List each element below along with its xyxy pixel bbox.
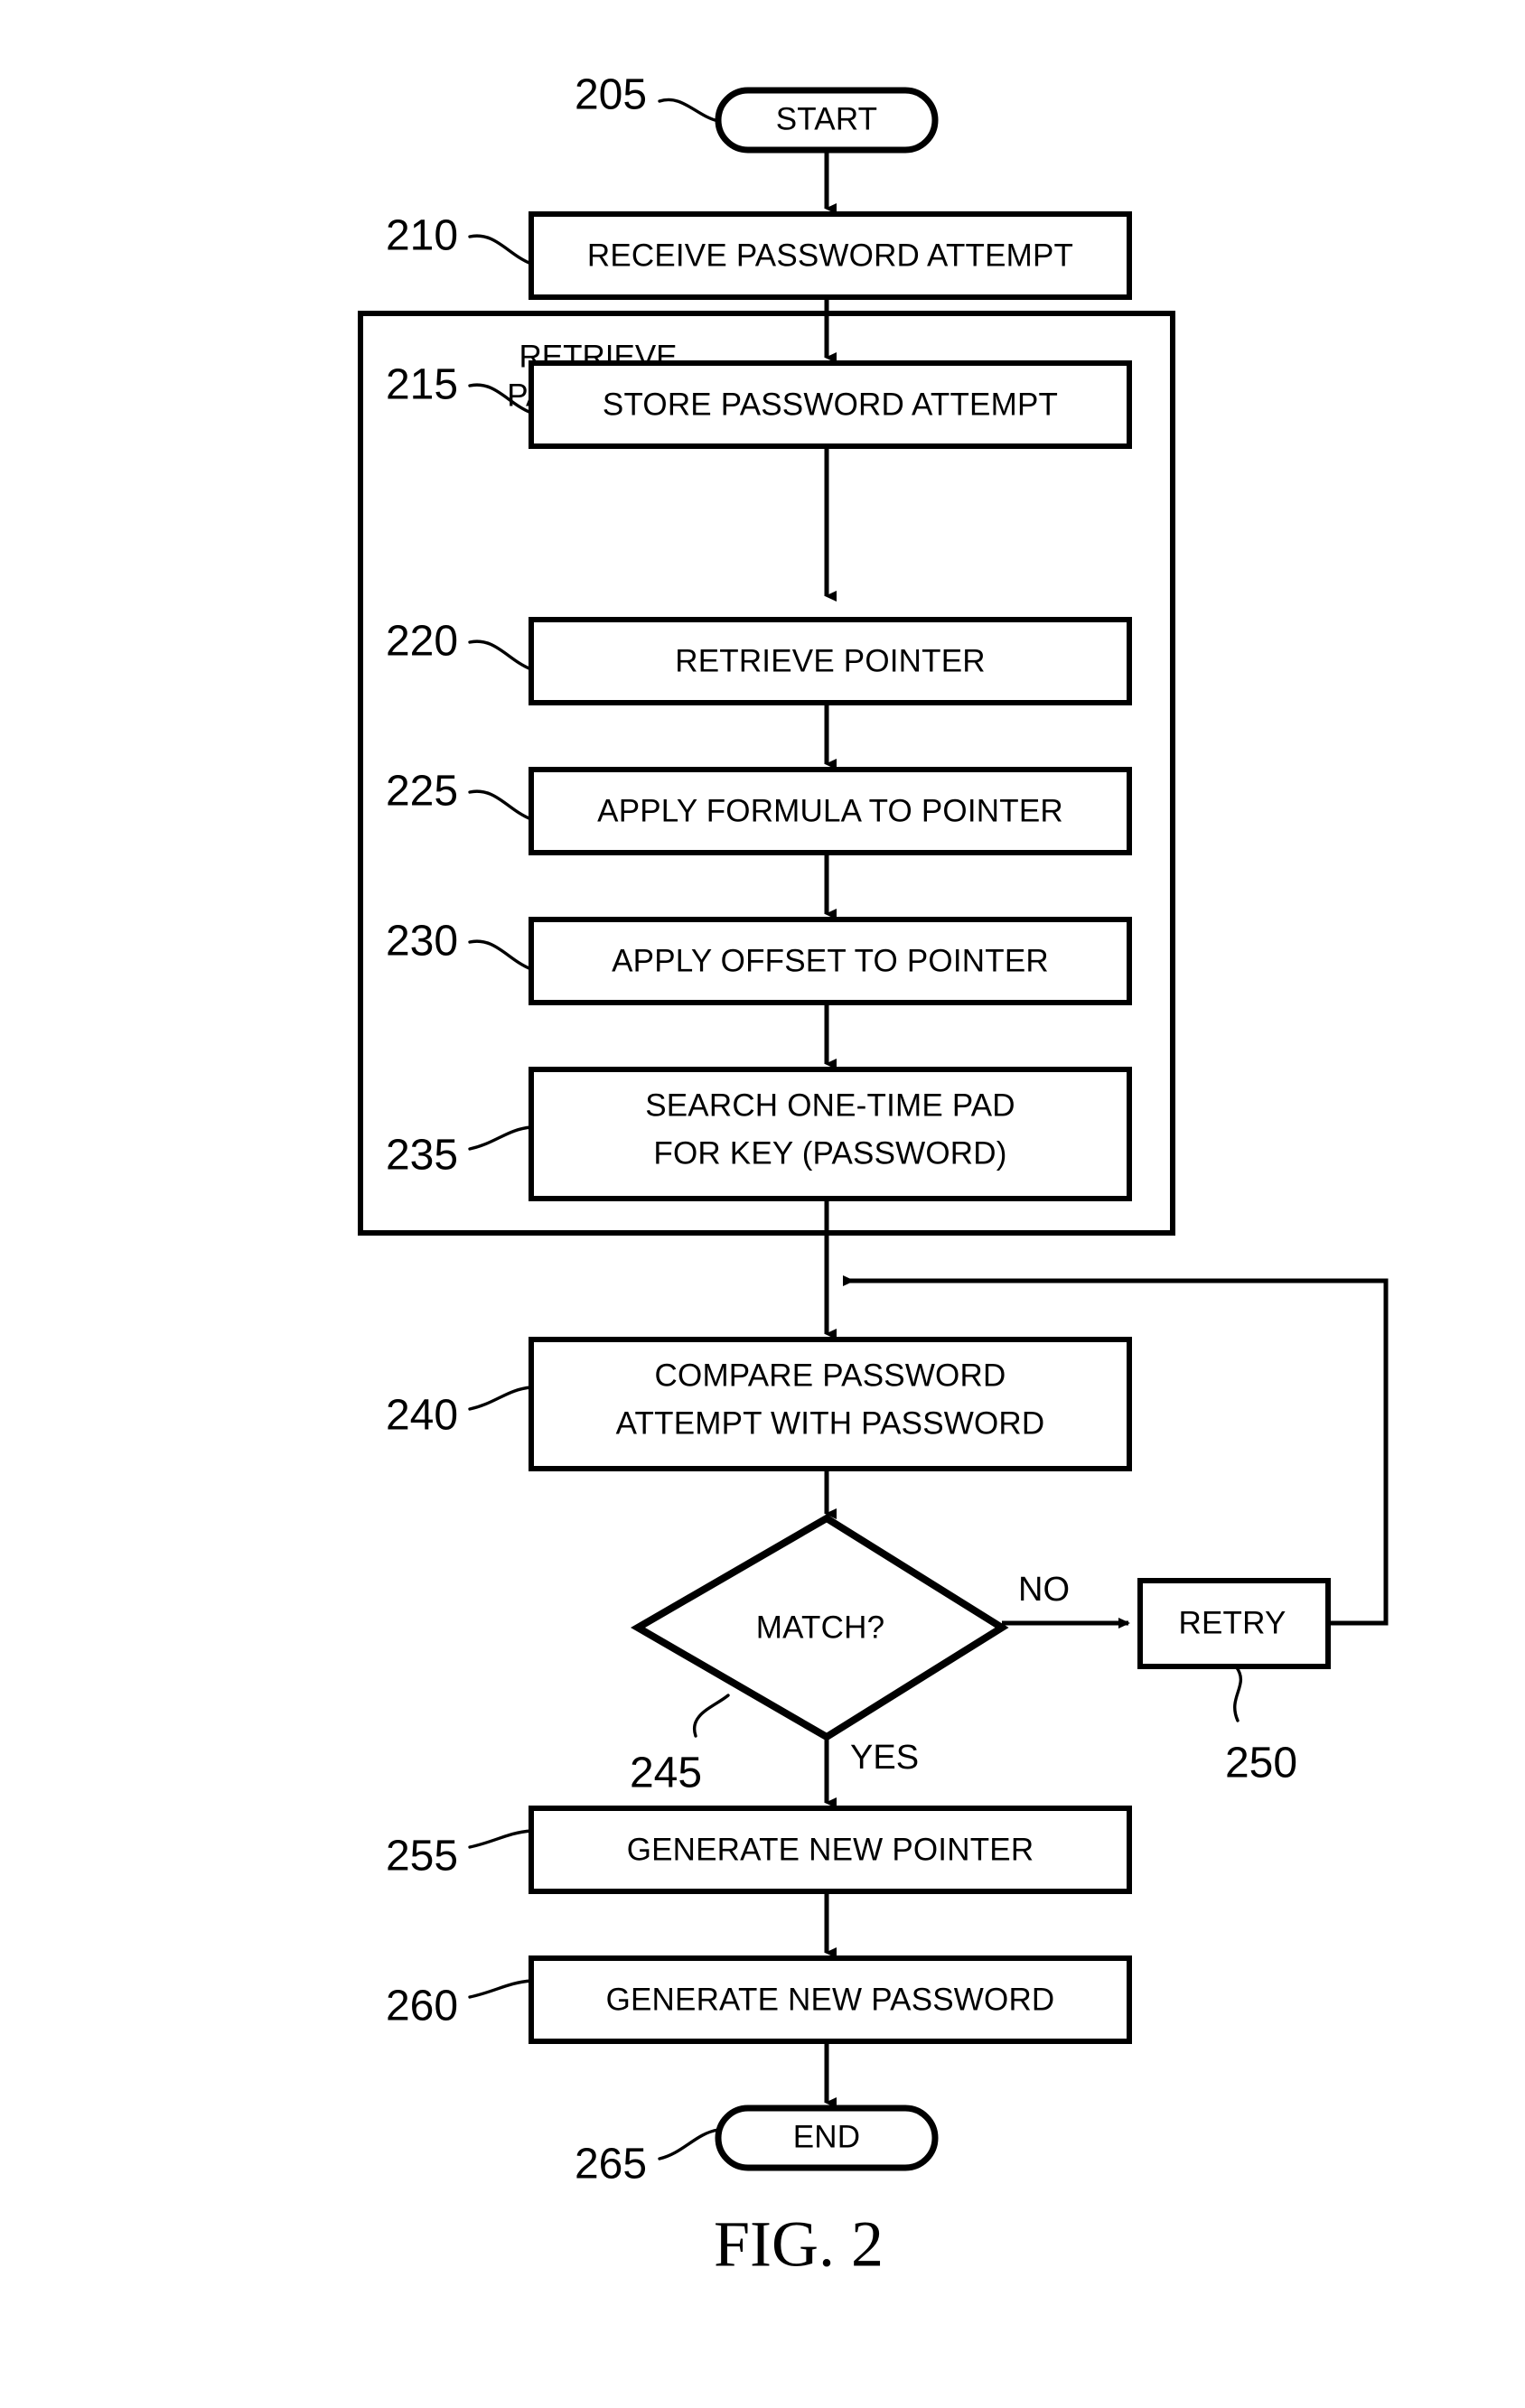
node-start[interactable]: START bbox=[715, 87, 939, 154]
leader-line-210 bbox=[468, 234, 533, 266]
node-220[interactable]: RETRIEVE POINTER bbox=[529, 617, 1132, 705]
ref-number-210: 210 bbox=[386, 212, 458, 260]
node-240-label-line1: COMPARE PASSWORD bbox=[655, 1358, 1006, 1393]
leader-line-245 bbox=[692, 1694, 730, 1738]
ref-number-260: 260 bbox=[386, 1983, 458, 2030]
node-225-label: APPLY FORMULA TO POINTER bbox=[597, 793, 1063, 828]
node-260[interactable]: GENERATE NEW PASSWORD bbox=[529, 1955, 1132, 2044]
node-210-label: RECEIVE PASSWORD ATTEMPT bbox=[587, 238, 1073, 273]
ref-number-235: 235 bbox=[386, 1132, 458, 1180]
node-215-label: STORE PASSWORD ATTEMPT bbox=[603, 387, 1058, 422]
flowchart-diagram: RETRIEVE PASSWORD START 205 RECEIVE PASS… bbox=[358, 71, 1389, 2281]
start-label: START bbox=[776, 101, 878, 136]
edge-label-yes: YES bbox=[850, 1739, 919, 1777]
node-225[interactable]: APPLY FORMULA TO POINTER bbox=[529, 767, 1132, 855]
node-240-label-line2: ATTEMPT WITH PASSWORD bbox=[616, 1405, 1045, 1441]
node-245[interactable]: MATCH? bbox=[631, 1514, 1009, 1741]
end-label: END bbox=[793, 2119, 861, 2154]
node-215[interactable]: STORE PASSWORD ATTEMPT bbox=[529, 360, 1132, 449]
node-240[interactable]: COMPARE PASSWORD ATTEMPT WITH PASSWORD bbox=[529, 1337, 1132, 1471]
node-260-label: GENERATE NEW PASSWORD bbox=[606, 1982, 1055, 2017]
ref-number-205: 205 bbox=[575, 71, 647, 119]
node-250[interactable]: RETRY bbox=[1137, 1578, 1331, 1669]
node-220-label: RETRIEVE POINTER bbox=[675, 643, 986, 678]
node-210[interactable]: RECEIVE PASSWORD ATTEMPT bbox=[529, 211, 1132, 300]
ref-number-215: 215 bbox=[386, 361, 458, 409]
leader-line-265 bbox=[658, 2128, 720, 2161]
ref-number-230: 230 bbox=[386, 918, 458, 966]
node-235[interactable]: SEARCH ONE-TIME PAD FOR KEY (PASSWORD) bbox=[529, 1067, 1132, 1201]
ref-number-265: 265 bbox=[575, 2141, 647, 2189]
node-235-label-line2: FOR KEY (PASSWORD) bbox=[653, 1135, 1006, 1171]
node-end[interactable]: END bbox=[715, 2105, 939, 2171]
node-250-label: RETRY bbox=[1179, 1605, 1286, 1640]
node-255[interactable]: GENERATE NEW POINTER bbox=[529, 1806, 1132, 1894]
node-230-label: APPLY OFFSET TO POINTER bbox=[612, 943, 1049, 978]
figure-root: RETRIEVE PASSWORD START 205 RECEIVE PASS… bbox=[0, 0, 1525, 2408]
leader-line-260 bbox=[468, 1979, 533, 1999]
leader-line-240 bbox=[468, 1386, 533, 1411]
edge-label-no: NO bbox=[1018, 1571, 1070, 1609]
figure-caption: FIG. 2 bbox=[714, 2208, 884, 2281]
node-235-label-line1: SEARCH ONE-TIME PAD bbox=[645, 1087, 1015, 1123]
ref-number-250: 250 bbox=[1225, 1740, 1297, 1787]
leader-line-255 bbox=[468, 1829, 533, 1849]
ref-number-255: 255 bbox=[386, 1833, 458, 1881]
leader-line-205 bbox=[658, 98, 720, 123]
node-230[interactable]: APPLY OFFSET TO POINTER bbox=[529, 917, 1132, 1005]
node-255-label: GENERATE NEW POINTER bbox=[627, 1832, 1034, 1867]
node-245-label: MATCH? bbox=[756, 1610, 885, 1645]
ref-number-245: 245 bbox=[630, 1750, 702, 1797]
ref-number-225: 225 bbox=[386, 768, 458, 816]
leader-line-250 bbox=[1233, 1665, 1242, 1722]
ref-number-240: 240 bbox=[386, 1392, 458, 1440]
ref-number-220: 220 bbox=[386, 618, 458, 666]
